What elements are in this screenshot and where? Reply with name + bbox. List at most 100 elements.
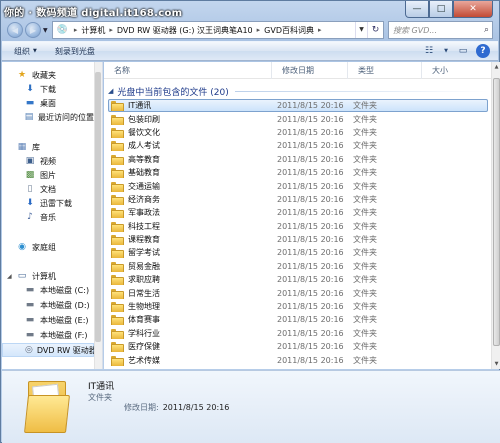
chevron-down-icon[interactable]: ◢ [7, 273, 12, 280]
file-date: 2011/8/15 20:16 [277, 127, 344, 137]
file-row[interactable]: 医疗保健 2011/8/15 20:16 文件夹 [108, 340, 488, 353]
hard-drive-icon: ▬ [25, 330, 35, 340]
nav-dvd-drive[interactable]: ◎ DVD RW 驱动器 [2, 343, 97, 357]
scroll-down-icon[interactable]: ▼ [492, 361, 500, 367]
nav-pictures[interactable]: ▩ 图片 [2, 168, 94, 182]
file-row[interactable]: 学科行业 2011/8/15 20:16 文件夹 [108, 327, 488, 340]
search-icon[interactable]: ⌕ [484, 25, 489, 35]
address-bar[interactable]: 💿 ▸ 计算机 ▸ DVD RW 驱动器 (G:) 汉王词典笔A10 ▸ GVD… [51, 21, 384, 39]
file-row[interactable]: 经济商务 2011/8/15 20:16 文件夹 [108, 193, 488, 206]
chevron-down-icon[interactable]: ▼ [442, 44, 450, 58]
file-row[interactable]: 基础教育 2011/8/15 20:16 文件夹 [108, 166, 488, 179]
nav-thunder[interactable]: ⬇ 迅雷下载 [2, 196, 94, 210]
column-size[interactable]: 大小 [422, 62, 488, 79]
file-row[interactable]: 成人考试 2011/8/15 20:16 文件夹 [108, 139, 488, 152]
nav-desktop[interactable]: ▬ 桌面 [2, 96, 94, 110]
file-type: 文件夹 [353, 127, 377, 137]
group-title: 光盘中当前包含的文件 (20) [117, 87, 229, 98]
file-row[interactable]: 高等教育 2011/8/15 20:16 文件夹 [108, 153, 488, 166]
file-row[interactable]: 艺术传媒 2011/8/15 20:16 文件夹 [108, 353, 488, 366]
burn-button[interactable]: 刻录到光盘 [55, 46, 95, 57]
collapse-icon[interactable]: ◢ [108, 87, 113, 95]
scroll-up-icon[interactable]: ▲ [492, 64, 500, 70]
file-type: 文件夹 [353, 141, 377, 151]
breadcrumb-folder[interactable]: GVD百科词典 [264, 25, 314, 36]
column-type[interactable]: 类型 [348, 62, 422, 79]
file-row[interactable]: 包装印刷 2011/8/15 20:16 文件夹 [108, 112, 488, 125]
breadcrumb-computer[interactable]: 计算机 [81, 25, 105, 36]
nav-documents[interactable]: ▯ 文档 [2, 182, 94, 196]
close-button[interactable]: ✕ [453, 1, 493, 18]
folder-icon [111, 342, 124, 353]
forward-button[interactable]: ▶ [25, 22, 41, 38]
file-list-scrollbar[interactable]: ▲ ▼ [491, 62, 500, 369]
file-date: 2011/8/15 20:16 [277, 355, 344, 365]
file-row[interactable]: 求职应聘 2011/8/15 20:16 文件夹 [108, 273, 488, 286]
nav-downloads[interactable]: ⬇ 下载 [2, 82, 94, 96]
nav-music[interactable]: ♪ 音乐 [2, 210, 94, 224]
file-row[interactable]: 科技工程 2011/8/15 20:16 文件夹 [108, 220, 488, 233]
nav-videos[interactable]: ▣ 视频 [2, 154, 94, 168]
watermark: 你的 · 数码频道 digital.it168.com [4, 8, 183, 19]
file-date: 2011/8/15 20:16 [277, 275, 344, 285]
file-row[interactable]: 生物地理 2011/8/15 20:16 文件夹 [108, 300, 488, 313]
maximize-button[interactable]: □ [429, 1, 453, 18]
nav-disk-e[interactable]: ▬ 本地磁盘 (E:) [2, 313, 94, 327]
nav-favorites[interactable]: ★ 收藏夹 [2, 68, 94, 82]
file-name: 经济商务 [128, 194, 160, 204]
folder-icon [111, 275, 124, 286]
help-icon[interactable]: ? [476, 44, 490, 58]
file-name-cell: 交通运输 [109, 181, 277, 192]
nav-scrollbar[interactable] [94, 62, 102, 369]
file-row[interactable]: 餐饮文化 2011/8/15 20:16 文件夹 [108, 126, 488, 139]
group-header[interactable]: ◢ 光盘中当前包含的文件 (20) [108, 84, 488, 98]
nav-disk-d[interactable]: ▬ 本地磁盘 (D:) [2, 298, 94, 312]
file-row[interactable]: 贸易金融 2011/8/15 20:16 文件夹 [108, 260, 488, 273]
chevron-right-icon[interactable]: ▸ [318, 26, 322, 34]
nav-label: 计算机 [32, 271, 56, 281]
drive-icon: 💿 [56, 25, 68, 35]
file-row[interactable]: IT通讯 2011/8/15 20:16 文件夹 [108, 99, 488, 113]
nav-label: 迅雷下载 [40, 198, 72, 208]
organize-button[interactable]: 组织 ▼ [14, 46, 37, 57]
file-row[interactable]: 课程教育 2011/8/15 20:16 文件夹 [108, 233, 488, 246]
breadcrumb-dvd[interactable]: DVD RW 驱动器 (G:) 汉王词典笔A10 [117, 25, 253, 36]
file-date: 2011/8/15 20:16 [277, 208, 344, 218]
nav-recent[interactable]: ▤ 最近访问的位置 [2, 110, 94, 124]
details-pane: IT通讯 文件夹 修改日期: 2011/8/15 20:16 [2, 370, 500, 443]
file-name-cell: 艺术传媒 [109, 355, 277, 366]
nav-scrollbar-thumb[interactable] [95, 72, 101, 342]
file-row[interactable]: 留学考试 2011/8/15 20:16 文件夹 [108, 246, 488, 259]
file-row[interactable]: 军事政法 2011/8/15 20:16 文件夹 [108, 206, 488, 219]
chevron-right-icon[interactable]: ▸ [257, 26, 261, 34]
preview-pane-icon[interactable]: ▭ [454, 44, 472, 58]
chevron-right-icon[interactable]: ▸ [109, 26, 113, 34]
recent-pages-dropdown[interactable]: ▼ [43, 27, 48, 34]
nav-libraries[interactable]: ▦ 库 [2, 140, 94, 154]
column-date[interactable]: 修改日期 [272, 62, 348, 79]
address-dropdown[interactable]: ▼ [355, 22, 367, 38]
column-name[interactable]: 名称 [104, 62, 272, 79]
back-button[interactable]: ◀ [7, 22, 23, 38]
file-type: 文件夹 [353, 275, 377, 285]
chevron-right-icon[interactable]: ▸ [74, 26, 78, 34]
file-name: 高等教育 [128, 154, 160, 164]
file-row[interactable]: 交通运输 2011/8/15 20:16 文件夹 [108, 179, 488, 192]
file-type: 文件夹 [353, 194, 377, 204]
nav-computer[interactable]: ◢ ▭ 计算机 [2, 269, 94, 283]
view-options-icon[interactable]: ☷ [420, 44, 438, 58]
search-input[interactable]: 搜索 GVD... ⌕ [388, 21, 493, 39]
nav-disk-f[interactable]: ▬ 本地磁盘 (F:) [2, 328, 94, 342]
file-list-scrollbar-thumb[interactable] [493, 78, 500, 346]
nav-homegroup[interactable]: ◉ 家庭组 [2, 240, 94, 254]
file-row[interactable]: 日常生活 2011/8/15 20:16 文件夹 [108, 286, 488, 299]
homegroup-icon: ◉ [18, 242, 26, 252]
file-date: 2011/8/15 20:16 [277, 288, 344, 298]
file-name: 军事政法 [128, 208, 160, 218]
file-date: 2011/8/15 20:16 [277, 168, 344, 178]
nav-label: 本地磁盘 (E:) [40, 315, 89, 325]
refresh-icon[interactable]: ↻ [367, 22, 383, 38]
nav-disk-c[interactable]: ▬ 本地磁盘 (C:) [2, 283, 94, 297]
minimize-button[interactable]: — [405, 1, 429, 18]
file-row[interactable]: 体育赛事 2011/8/15 20:16 文件夹 [108, 313, 488, 326]
